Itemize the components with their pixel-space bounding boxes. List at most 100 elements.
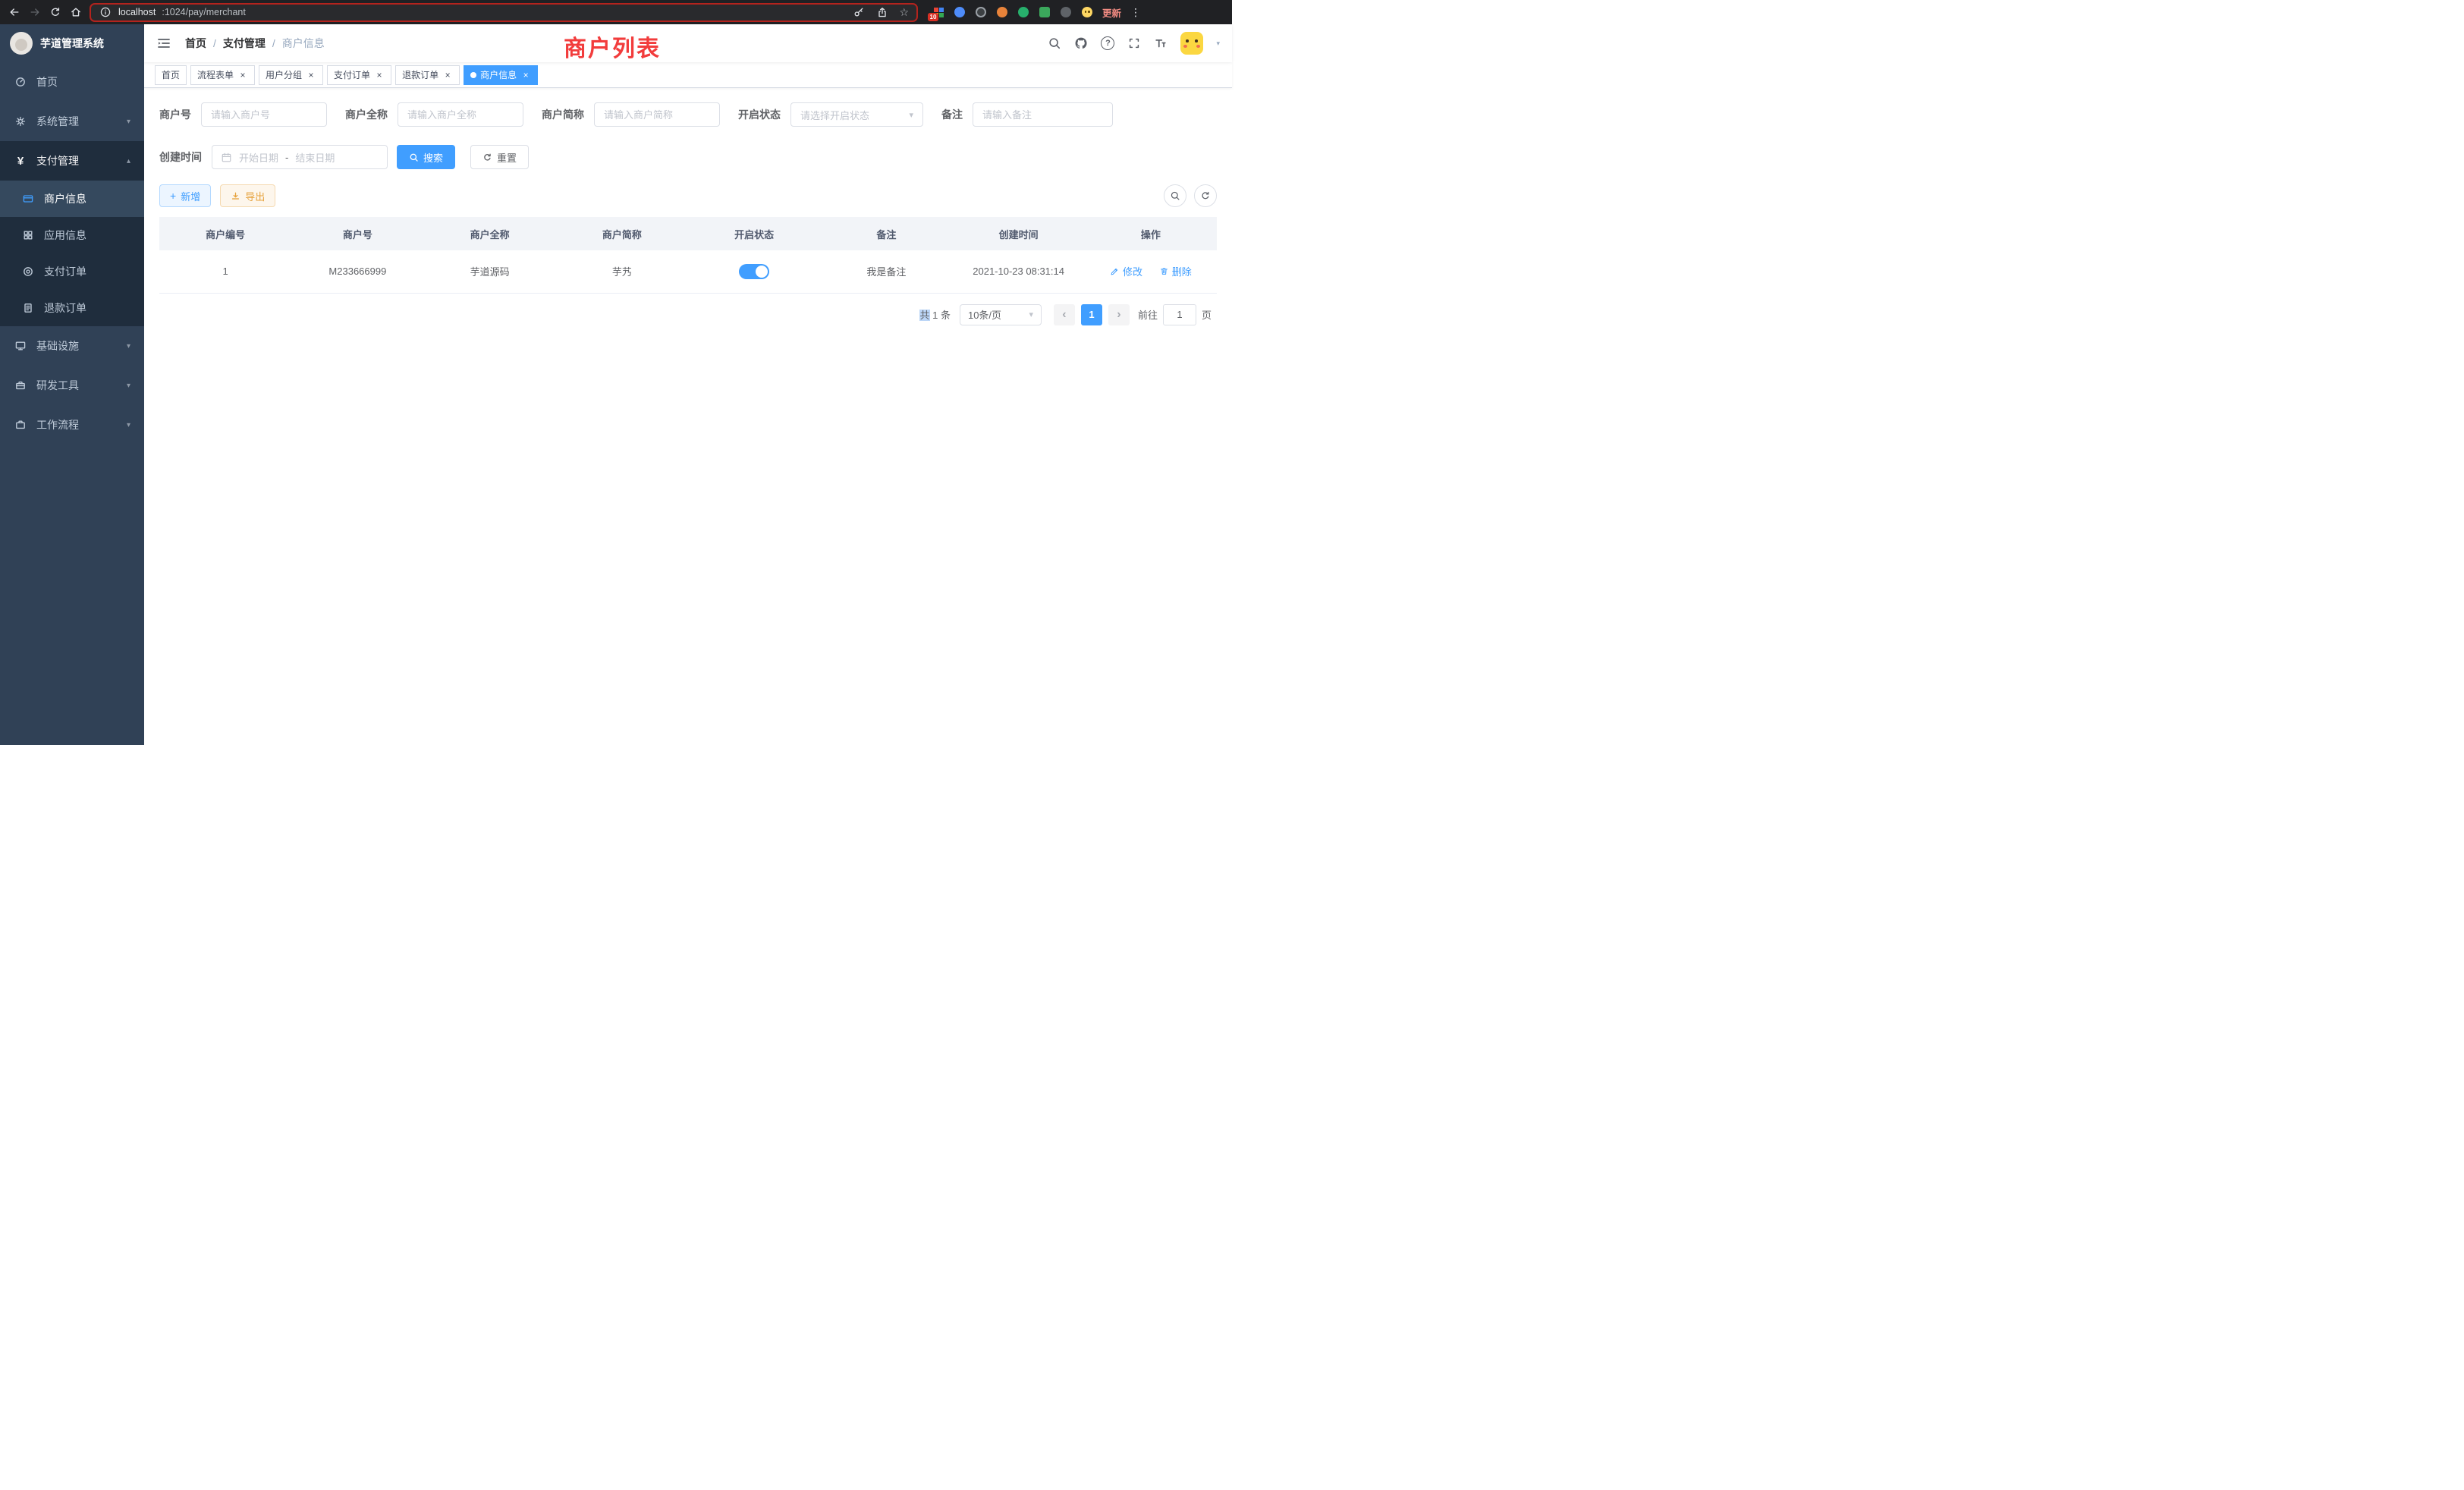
tab-refund-order[interactable]: 退款订单 × [395,65,460,85]
page-size-select[interactable]: 10条/页 ▾ [960,304,1042,325]
extension-smiley-icon[interactable] [1081,6,1093,18]
tab-label: 商户信息 [480,68,517,81]
extension-grid-icon[interactable]: 10 [932,6,944,18]
github-icon[interactable] [1074,36,1088,50]
col-header-status: 开启状态 [688,217,820,250]
fullscreen-icon[interactable] [1127,36,1141,50]
cell-merchant-no: M233666999 [291,250,423,293]
update-button[interactable]: 更新 [1102,5,1121,20]
font-size-icon[interactable] [1154,36,1168,50]
extension-dark-circle-icon[interactable] [975,6,987,18]
close-icon[interactable]: × [306,70,316,80]
tab-user-group[interactable]: 用户分组 × [259,65,323,85]
extension-pin-icon[interactable] [1060,6,1072,18]
sidebar-item-home[interactable]: 首页 [0,62,144,102]
reload-icon[interactable] [49,5,62,19]
key-icon[interactable] [852,5,866,19]
tags-view-bar: 首页 流程表单 × 用户分组 × 支付订单 × 退款订单 × [144,62,1232,88]
dashboard-icon [14,76,27,88]
tab-process-form[interactable]: 流程表单 × [190,65,255,85]
cell-create-time: 2021-10-23 08:31:14 [953,250,1085,293]
extension-drop-icon[interactable] [954,6,966,18]
monitor-icon [14,340,27,352]
delete-link[interactable]: 删除 [1159,264,1192,278]
close-icon[interactable]: × [520,70,531,80]
sidebar-item-system[interactable]: 系统管理 ▾ [0,102,144,141]
col-header-create-time: 创建时间 [953,217,1085,250]
sidebar-item-refund-order[interactable]: 退款订单 [0,290,144,326]
tab-home[interactable]: 首页 [155,65,187,85]
logo-avatar [10,32,33,55]
edit-link[interactable]: 修改 [1110,264,1142,278]
user-avatar[interactable] [1180,32,1203,55]
next-page-button[interactable]: › [1108,304,1130,325]
tab-merchant-info[interactable]: 商户信息 × [464,65,538,85]
sidebar-item-merchant-info[interactable]: 商户信息 [0,181,144,217]
sidebar-menu: 首页 系统管理 ▾ ¥ 支付管理 ▴ 商户 [0,62,144,445]
chevron-down-icon: ▾ [127,342,130,350]
create-time-range-input[interactable]: 开始日期 - 结束日期 [212,145,388,169]
caret-down-icon: ▾ [1029,310,1033,319]
forward-icon[interactable] [28,5,42,19]
sidebar-item-label: 支付管理 [36,153,79,168]
remark-input[interactable] [973,102,1113,127]
sidebar-item-infrastructure[interactable]: 基础设施 ▾ [0,326,144,366]
toolbox-icon [14,379,27,391]
sidebar-item-workflow[interactable]: 工作流程 ▾ [0,405,144,445]
merchant-full-name-input[interactable] [398,102,523,127]
sidebar-item-payment[interactable]: ¥ 支付管理 ▴ [0,141,144,181]
goto-label: 前往 [1138,307,1158,322]
filter-label-merchant-no: 商户号 [159,107,191,122]
close-icon[interactable]: × [374,70,385,80]
add-button[interactable]: + 新增 [159,184,211,207]
tab-label: 用户分组 [266,68,302,81]
menu-dots-icon[interactable]: ⋮ [1130,6,1141,19]
sidebar-item-dev-tools[interactable]: 研发工具 ▾ [0,366,144,405]
share-icon[interactable] [875,5,889,19]
close-icon[interactable]: × [237,70,248,80]
screen: localhost:1024/pay/merchant ☆ 10 更新 ⋮ [0,0,1232,745]
payment-submenu: 商户信息 应用信息 支付订单 退款订单 [0,181,144,326]
browser-chrome: localhost:1024/pay/merchant ☆ 10 更新 ⋮ [0,0,1232,24]
avatar-caret-icon[interactable]: ▾ [1216,39,1220,48]
app-logo[interactable]: 芋道管理系统 [0,24,144,62]
bookmark-star-icon[interactable]: ☆ [899,7,909,17]
breadcrumb-payment[interactable]: 支付管理 [223,36,266,51]
breadcrumb-separator: / [213,37,216,49]
extension-avatar-icon[interactable] [996,6,1008,18]
info-icon[interactable] [99,5,112,19]
close-icon[interactable]: × [442,70,453,80]
filter-row-1: 商户号 商户全称 商户简称 开启状态 请选择开启状态 [159,102,1217,127]
help-icon[interactable]: ? [1101,36,1114,50]
toggle-search-button[interactable] [1164,184,1186,207]
sidebar-item-label: 系统管理 [36,114,79,129]
sidebar-toggle-icon[interactable] [156,36,171,51]
cell-short-name: 芋艿 [556,250,688,293]
export-button[interactable]: 导出 [220,184,275,207]
prev-page-button[interactable]: ‹ [1054,304,1075,325]
goto-page-input[interactable] [1163,304,1196,325]
url-bar[interactable]: localhost:1024/pay/merchant ☆ [90,3,918,22]
table-row: 1 M233666999 芋道源码 芋艿 我是备注 2021-10-23 08:… [159,250,1217,293]
reset-button[interactable]: 重置 [470,145,529,169]
calendar-icon [221,152,232,163]
sidebar-item-label: 应用信息 [44,228,86,243]
tab-pay-order[interactable]: 支付订单 × [327,65,391,85]
search-icon[interactable] [1048,36,1061,50]
extension-note-icon[interactable] [1039,6,1051,18]
merchant-no-input[interactable] [201,102,327,127]
sidebar-item-label: 基础设施 [36,338,79,354]
merchant-short-name-input[interactable] [594,102,720,127]
page-1-button[interactable]: 1 [1081,304,1102,325]
back-icon[interactable] [8,5,21,19]
breadcrumb-home[interactable]: 首页 [185,36,206,51]
refresh-table-button[interactable] [1194,184,1217,207]
filter-row-2: 创建时间 开始日期 - 结束日期 搜索 重置 [159,145,1217,169]
status-toggle[interactable] [739,264,769,279]
search-button[interactable]: 搜索 [397,145,455,169]
sidebar-item-app-info[interactable]: 应用信息 [0,217,144,253]
sidebar-item-pay-order[interactable]: 支付订单 [0,253,144,290]
home-icon[interactable] [69,5,83,19]
extension-green-circle-icon[interactable] [1017,6,1029,18]
status-select[interactable]: 请选择开启状态 ▾ [790,102,923,127]
